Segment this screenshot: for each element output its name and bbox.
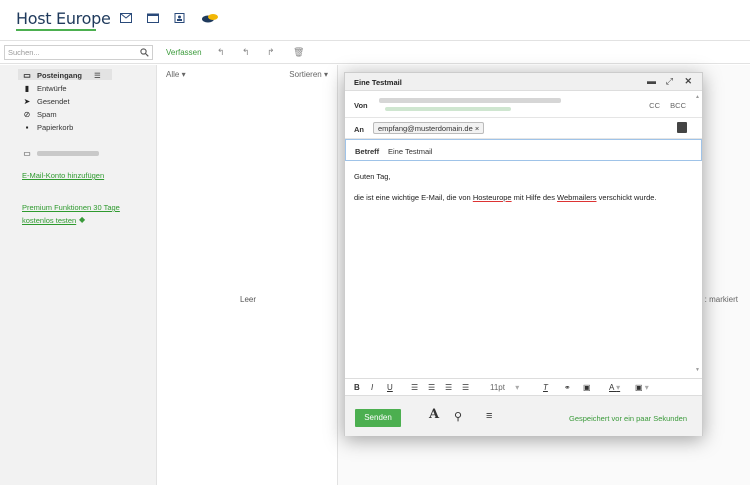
reply-all-icon[interactable]: ↰: [242, 47, 250, 58]
save-status: Gespeichert vor ein paar Sekunden: [569, 414, 687, 423]
trash-icon: ▪: [25, 123, 29, 132]
calendar-icon[interactable]: [147, 13, 159, 23]
marked-label: : markiert: [704, 295, 738, 304]
folder-label: Papierkorb: [37, 123, 74, 132]
draft-icon: ▮: [24, 84, 30, 93]
brand-logo[interactable]: Host Europe: [16, 9, 111, 28]
sort-label: Sortieren: [289, 70, 322, 79]
logo-underline: [16, 29, 96, 31]
spell-word-1: Hosteurope: [472, 193, 512, 202]
top-bar: Host Europe: [0, 0, 750, 38]
italic-button[interactable]: I: [371, 383, 373, 392]
link-icon[interactable]: ⚭: [564, 383, 571, 392]
diamond-icon: ◆: [79, 215, 86, 224]
folder-spam[interactable]: ⊘ Spam: [22, 110, 57, 119]
minimize-icon[interactable]: ▬: [647, 76, 656, 86]
text-color-button[interactable]: A ▾: [609, 383, 620, 392]
more-options-icon[interactable]: ≡: [486, 410, 492, 422]
empty-list-label: Leer: [240, 295, 257, 304]
folder-sidebar: ▭ Posteingang ☰ ▮ Entwürfe ➤ Gesendet ⊘ …: [0, 65, 157, 485]
from-label: Von: [354, 101, 368, 110]
search-placeholder: Suchen...: [8, 48, 40, 57]
to-row: An empfang@musterdomain.de ×: [345, 118, 702, 139]
body-mid: mit Hilfe des: [511, 193, 558, 202]
send-icon: ➤: [23, 97, 31, 106]
body-line: die ist eine wichtige E-Mail, die von Ho…: [354, 193, 657, 202]
font-size-value: 11pt: [490, 383, 505, 392]
greeting-text: Guten Tag,: [354, 172, 391, 181]
attachment-icon[interactable]: ⚲: [454, 410, 462, 423]
filter-dropdown[interactable]: Alle ▾: [166, 70, 186, 79]
compose-button[interactable]: Verfassen: [166, 48, 202, 57]
folder-label: Posteingang: [37, 71, 83, 80]
format-toolbar: B I U ☰ ☰ ☰ ☰ 11pt ▾ T ⚭ ▣ A ▾ ▣ ▾: [345, 378, 702, 396]
delete-icon[interactable]: 🗑: [293, 47, 304, 58]
cc-toggle[interactable]: CC: [649, 101, 660, 110]
message-list: Alle ▾ Sortieren ▾ Leer: [157, 65, 338, 485]
blurred-sender: [379, 98, 561, 103]
subject-row[interactable]: Betreff Eine Testmail: [345, 139, 702, 161]
numbered-list-icon[interactable]: ☰: [428, 383, 435, 392]
inbox-icon: ▭: [23, 71, 31, 80]
to-label: An: [354, 125, 364, 134]
font-size-select[interactable]: 11pt ▾: [490, 383, 519, 392]
menu-icon[interactable]: ☰: [94, 71, 101, 80]
image-icon[interactable]: ▣: [583, 383, 591, 392]
expand-icon[interactable]: ⤢: [666, 76, 673, 87]
underline-button[interactable]: U: [387, 383, 393, 392]
message-body[interactable]: Guten Tag, die ist eine wichtige E-Mail,…: [345, 162, 702, 378]
close-icon[interactable]: ✕: [684, 76, 692, 87]
search-input[interactable]: Suchen...: [4, 45, 153, 60]
toolbar: Suchen... Verfassen ↰ ↰ ↱ 🗑: [0, 40, 750, 64]
mail-icon[interactable]: [120, 13, 132, 23]
reply-icon[interactable]: ↰: [217, 47, 225, 58]
scroll-down-icon[interactable]: ▼: [695, 367, 700, 373]
blurred-sender-address: [385, 107, 511, 111]
premium-link-2[interactable]: kostenlos testen: [22, 216, 76, 225]
body-suffix: verschickt wurde.: [596, 193, 657, 202]
body-prefix: die ist eine wichtige E-Mail, die von: [354, 193, 473, 202]
clear-format-icon[interactable]: T: [543, 383, 548, 392]
address-book-icon[interactable]: [677, 122, 687, 133]
subject-field[interactable]: Eine Testmail: [388, 147, 432, 156]
send-button[interactable]: Senden: [355, 409, 401, 427]
indent-icon[interactable]: ☰: [462, 383, 469, 392]
bold-button[interactable]: B: [354, 383, 360, 392]
add-account-link[interactable]: E-Mail-Konto hinzufügen: [22, 171, 104, 180]
filter-label: Alle: [166, 70, 180, 79]
spell-word-2: Webmailers: [557, 193, 597, 202]
folder-trash[interactable]: ▪ Papierkorb: [22, 123, 74, 132]
account-folder[interactable]: ▭: [22, 149, 99, 158]
blurred-account-name: [37, 151, 99, 156]
text-format-icon[interactable]: A: [429, 407, 439, 422]
folder-drafts[interactable]: ▮ Entwürfe: [22, 84, 67, 93]
folder-label: Entwürfe: [37, 84, 67, 93]
folder-sent[interactable]: ➤ Gesendet: [22, 97, 70, 106]
cloud-icon[interactable]: [201, 13, 219, 23]
folder-label: Gesendet: [37, 97, 70, 106]
folder-inbox[interactable]: ▭ Posteingang ☰: [22, 71, 101, 80]
outdent-icon[interactable]: ☰: [445, 383, 452, 392]
folder-label: Spam: [37, 110, 57, 119]
search-icon[interactable]: [140, 48, 149, 57]
dialog-title: Eine Testmail: [354, 78, 402, 87]
subject-label: Betreff: [355, 147, 380, 156]
recipient-chip[interactable]: empfang@musterdomain.de ×: [373, 122, 485, 134]
scroll-up-icon[interactable]: ▲: [695, 94, 700, 100]
contacts-icon[interactable]: [174, 13, 186, 23]
highlight-color-button[interactable]: ▣ ▾: [635, 383, 649, 392]
compose-dialog: Eine Testmail ▬ ⤢ ✕ Von CC BCC ▲ An empf…: [344, 72, 703, 436]
bcc-toggle[interactable]: BCC: [670, 101, 686, 110]
bullet-list-icon[interactable]: ☰: [411, 383, 418, 392]
folder-icon: ▭: [23, 149, 31, 158]
premium-link[interactable]: Premium Funktionen 30 Tage: [22, 203, 120, 212]
forward-icon[interactable]: ↱: [267, 47, 275, 58]
dialog-title-bar: Eine Testmail ▬ ⤢ ✕: [345, 73, 702, 91]
sort-dropdown[interactable]: Sortieren ▾: [289, 70, 328, 79]
spam-icon: ⊘: [23, 110, 31, 119]
from-row: Von CC BCC ▲: [345, 91, 702, 118]
dialog-footer: Senden A ⚲ ≡ Gespeichert vor ein paar Se…: [345, 396, 702, 436]
